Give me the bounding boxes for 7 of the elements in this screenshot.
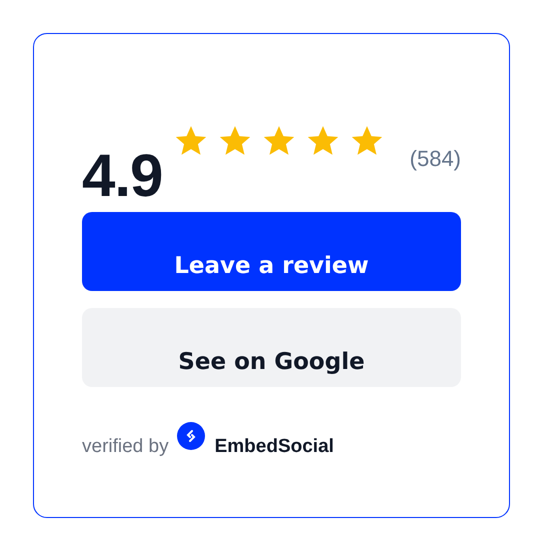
verified-text: verified by bbox=[82, 436, 169, 458]
rating-score: 4.9 bbox=[82, 146, 162, 206]
review-count: (584) bbox=[410, 146, 461, 172]
brand-name: EmbedSocial bbox=[214, 436, 334, 458]
google-button[interactable]: See on Google bbox=[82, 308, 461, 387]
brand-logo-icon bbox=[176, 422, 205, 450]
review-button[interactable]: Leave a review bbox=[82, 212, 461, 291]
